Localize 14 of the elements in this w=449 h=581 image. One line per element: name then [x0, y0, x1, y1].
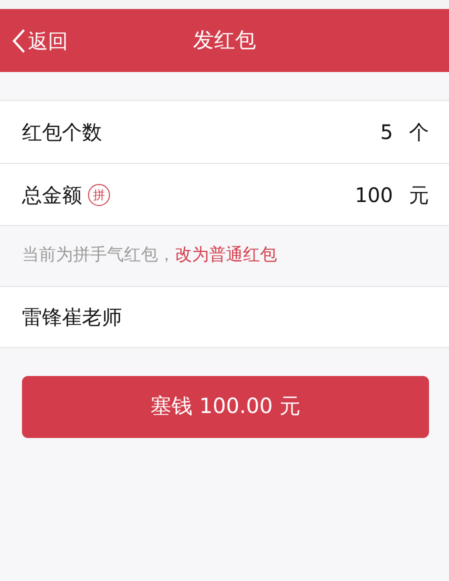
- field-label: 红包个数: [22, 119, 102, 146]
- field-value[interactable]: 5: [380, 117, 393, 147]
- greeting-field[interactable]: 雷锋崔老师: [0, 287, 449, 347]
- back-button[interactable]: 返回: [12, 9, 68, 72]
- field-label: 总金额: [22, 182, 82, 208]
- switch-link[interactable]: 改为普通红包: [175, 245, 277, 266]
- field-value[interactable]: 100: [354, 180, 393, 210]
- random-badge: 拼: [88, 184, 110, 206]
- page-title: 发红包: [193, 26, 256, 54]
- unit-label: 个: [409, 119, 429, 146]
- unit-label: 元: [409, 182, 429, 208]
- back-icon: [12, 28, 26, 54]
- submit-button[interactable]: 塞钱 100.00 元: [22, 376, 429, 438]
- hint-text: 当前为拼手气红包，改为普通红包: [22, 244, 277, 268]
